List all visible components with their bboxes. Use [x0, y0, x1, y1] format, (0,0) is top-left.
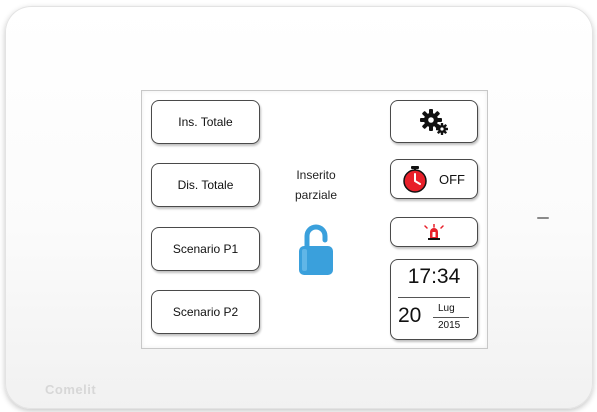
- brand-logo: Comelit: [45, 382, 97, 397]
- open-padlock-icon: [299, 224, 333, 275]
- alarm-button[interactable]: [390, 217, 478, 247]
- arming-status-line2: parziale: [294, 188, 338, 202]
- clock-divider: [398, 297, 470, 298]
- control-panel-device: Comelit Ins. Totale Dis. Totale Scenario…: [5, 6, 593, 409]
- scenario-p1-label: Scenario P1: [172, 242, 239, 256]
- clock-year: 2015: [438, 320, 461, 331]
- scenario-p1-button[interactable]: Scenario P1: [151, 227, 260, 271]
- date-time-display: 17:34 20 Lug 2015: [390, 259, 478, 340]
- stopwatch-icon: [403, 166, 427, 193]
- disarm-total-button[interactable]: Dis. Totale: [151, 163, 260, 207]
- alarm-siren-icon: [424, 224, 444, 240]
- status-led: [537, 217, 549, 219]
- timer-status-label: OFF: [439, 171, 465, 187]
- clock-time: 17:34: [407, 265, 461, 288]
- arming-status: Inserito parziale: [271, 165, 361, 205]
- clock-month-divider: [433, 317, 469, 318]
- arming-status-line1: Inserito: [296, 168, 336, 182]
- scenario-p2-label: Scenario P2: [172, 305, 239, 319]
- scenario-p2-button[interactable]: Scenario P2: [151, 290, 260, 334]
- insert-total-label: Ins. Totale: [178, 115, 233, 129]
- disarm-total-label: Dis. Totale: [177, 178, 234, 192]
- settings-button[interactable]: [390, 100, 478, 143]
- clock-day: 20: [398, 304, 422, 327]
- clock-month: Lug: [438, 303, 455, 314]
- timer-button[interactable]: OFF: [390, 159, 478, 199]
- touch-screen: Ins. Totale Dis. Totale Scenario P1 Scen…: [141, 90, 488, 349]
- insert-total-button[interactable]: Ins. Totale: [151, 100, 260, 144]
- gears-icon: [420, 108, 448, 135]
